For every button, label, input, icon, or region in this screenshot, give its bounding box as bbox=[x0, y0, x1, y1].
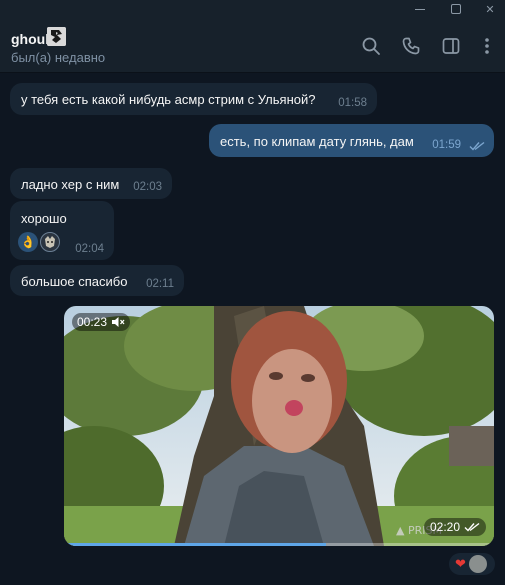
video-progress-fill bbox=[64, 543, 327, 546]
read-checkmarks-icon bbox=[469, 141, 485, 151]
phone-icon[interactable] bbox=[401, 36, 421, 56]
message-text: у тебя есть какой нибудь асмр стрим с Ул… bbox=[21, 92, 316, 107]
peer-status: был(а) недавно bbox=[11, 50, 106, 65]
chat-header: ghoul был(а) недавно bbox=[0, 18, 505, 73]
close-icon: ✕ bbox=[485, 2, 495, 16]
more-vertical-icon[interactable] bbox=[477, 36, 497, 56]
message-time: 02:11 bbox=[146, 278, 174, 290]
reaction-user-avatar bbox=[468, 555, 487, 573]
search-icon[interactable] bbox=[361, 36, 381, 56]
message-text: хорошо bbox=[21, 211, 67, 226]
message-bubble-incoming[interactable]: у тебя есть какой нибудь асмр стрим с Ул… bbox=[10, 83, 377, 115]
video-reactions[interactable]: ❤ bbox=[449, 553, 495, 575]
message-time: 02:20 bbox=[429, 520, 460, 534]
message-text: большое спасибо bbox=[21, 274, 128, 289]
message-time: 02:04 bbox=[75, 243, 104, 255]
message-time: 02:03 bbox=[133, 181, 162, 193]
message-reactions: 👌 bbox=[18, 232, 60, 252]
peer-badge-icon bbox=[47, 27, 66, 46]
video-elapsed-timer: 00:23 bbox=[72, 313, 131, 331]
message-text: ладно хер с ним bbox=[21, 177, 120, 192]
message-time: 01:58 bbox=[338, 97, 367, 109]
message-bubble-incoming[interactable]: хорошо 👌 02:04 bbox=[10, 201, 114, 260]
minimize-button[interactable] bbox=[405, 0, 435, 18]
video-frame-image: ▲ PRISM bbox=[64, 306, 494, 546]
reaction-ok-hand[interactable]: 👌 bbox=[18, 232, 38, 252]
message-bubble-outgoing[interactable]: есть, по клипам дату глянь, дам 01:59 bbox=[209, 124, 494, 157]
message-bubble-incoming[interactable]: большое спасибо 02:11 bbox=[10, 265, 184, 296]
heart-icon: ❤ bbox=[455, 556, 466, 572]
video-progress-bar[interactable] bbox=[64, 543, 494, 546]
message-text: есть, по клипам дату глянь, дам bbox=[220, 134, 414, 149]
maximize-icon bbox=[451, 4, 461, 14]
maximize-button[interactable] bbox=[441, 0, 471, 18]
read-checkmarks-icon bbox=[464, 522, 480, 532]
sidebar-toggle-icon[interactable] bbox=[441, 36, 461, 56]
message-time: 01:59 bbox=[432, 139, 461, 151]
minimize-icon bbox=[415, 8, 425, 10]
window-titlebar: ✕ bbox=[0, 0, 505, 18]
video-elapsed: 00:23 bbox=[77, 315, 108, 329]
video-message[interactable]: ▲ PRISM 00:23 02:20 bbox=[64, 306, 494, 546]
close-button[interactable]: ✕ bbox=[475, 0, 505, 18]
video-timestamp: 02:20 bbox=[423, 518, 486, 536]
message-bubble-incoming[interactable]: ладно хер с ним 02:03 bbox=[10, 168, 172, 199]
reaction-user-avatar[interactable] bbox=[40, 232, 60, 252]
muted-speaker-icon[interactable] bbox=[111, 315, 125, 329]
peer-name[interactable]: ghoul bbox=[11, 31, 49, 47]
